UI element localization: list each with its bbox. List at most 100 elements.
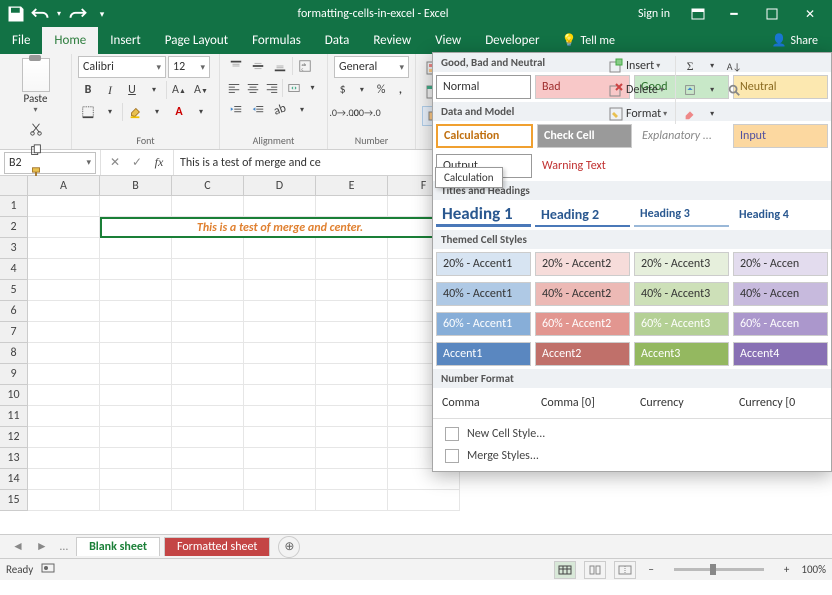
col-header[interactable]: B	[100, 176, 172, 195]
enter-icon[interactable]: ✓	[127, 153, 147, 173]
autosum-button[interactable]: Σ	[680, 56, 700, 76]
delete-cells-button[interactable]: Delete▾	[604, 80, 671, 100]
cut-button[interactable]	[26, 119, 46, 139]
style-heading2[interactable]: Heading 2	[535, 203, 630, 227]
bold-button[interactable]: B	[78, 80, 98, 100]
row-header[interactable]: 2	[0, 217, 28, 238]
chevron-down-icon[interactable]: ▾	[702, 56, 722, 76]
style-heading3[interactable]: Heading 3	[634, 203, 729, 227]
style-accent3[interactable]: Accent3	[634, 342, 729, 366]
orientation-button[interactable]: ab	[270, 100, 290, 120]
fx-icon[interactable]: fx	[149, 153, 169, 173]
fill-color-button[interactable]	[125, 102, 145, 122]
style-heading4[interactable]: Heading 4	[733, 203, 828, 227]
zoom-thumb[interactable]	[710, 564, 716, 575]
view-pagelayout-button[interactable]	[584, 561, 606, 579]
align-top-button[interactable]	[226, 56, 246, 76]
merged-cell[interactable]: This is a test of merge and center.	[100, 217, 460, 238]
tab-view[interactable]: View	[423, 27, 473, 54]
chevron-down-icon[interactable]: ▾	[191, 102, 211, 122]
style-explanatory[interactable]: Explanatory ...	[636, 124, 729, 148]
decrease-indent-button[interactable]	[226, 100, 246, 120]
new-sheet-button[interactable]: ⊕	[278, 536, 300, 558]
maximize-button[interactable]	[754, 0, 790, 28]
style-checkcell[interactable]: Check Cell	[537, 124, 632, 148]
row-header[interactable]: 10	[0, 385, 28, 406]
style-comma0[interactable]: Comma [0]	[535, 391, 630, 415]
select-all-corner[interactable]	[0, 176, 28, 195]
sheet-tab-blank[interactable]: Blank sheet	[76, 537, 160, 556]
share-button[interactable]: 👤Share	[757, 27, 832, 54]
style-accent1[interactable]: Accent1	[436, 342, 531, 366]
align-left-button[interactable]	[226, 78, 243, 98]
style-currency0[interactable]: Currency [0	[733, 391, 828, 415]
sheet-nav-prev[interactable]: ◄	[8, 539, 28, 554]
row-header[interactable]: 15	[0, 490, 28, 511]
align-middle-button[interactable]	[248, 56, 268, 76]
row-header[interactable]: 6	[0, 301, 28, 322]
undo-dropdown-icon[interactable]: ▾	[54, 4, 64, 24]
number-format-combo[interactable]: General▾	[334, 56, 409, 78]
view-pagebreak-button[interactable]	[614, 561, 636, 579]
font-name-combo[interactable]: Calibri▾	[78, 56, 166, 78]
chevron-down-icon[interactable]: ▾	[100, 102, 120, 122]
sign-in-link[interactable]: Sign in	[628, 7, 680, 21]
paste-button[interactable]: Paste ▾	[17, 56, 55, 115]
minimize-button[interactable]: ━	[716, 0, 752, 28]
sheet-nav-next[interactable]: ►	[32, 539, 52, 554]
increase-indent-button[interactable]	[248, 100, 268, 120]
align-center-button[interactable]	[245, 78, 262, 98]
row-header[interactable]: 11	[0, 406, 28, 427]
style-accent2[interactable]: Accent2	[535, 342, 630, 366]
close-button[interactable]: ✕	[792, 0, 828, 28]
new-cell-style-menu[interactable]: New Cell Style...	[433, 423, 831, 445]
style-40-accent4[interactable]: 40% - Accen	[733, 282, 828, 306]
style-20-accent2[interactable]: 20% - Accent2	[535, 252, 630, 276]
redo-icon[interactable]	[68, 4, 88, 24]
undo-icon[interactable]	[30, 4, 50, 24]
find-select-button[interactable]	[724, 80, 744, 100]
decrease-font-button[interactable]: A▼	[191, 80, 211, 100]
style-20-accent3[interactable]: 20% - Accent3	[634, 252, 729, 276]
style-comma[interactable]: Comma	[436, 391, 531, 415]
row-header[interactable]: 4	[0, 259, 28, 280]
merge-styles-menu[interactable]: Merge Styles...	[433, 445, 831, 467]
ribbon-display-icon[interactable]	[680, 0, 716, 28]
col-header[interactable]: E	[316, 176, 388, 195]
row-header[interactable]: 8	[0, 343, 28, 364]
row-header[interactable]: 3	[0, 238, 28, 259]
style-accent4[interactable]: Accent4	[733, 342, 828, 366]
tab-pagelayout[interactable]: Page Layout	[153, 27, 240, 54]
font-size-combo[interactable]: 12▾	[168, 56, 210, 78]
row-header[interactable]: 9	[0, 364, 28, 385]
chevron-down-icon[interactable]: ▾	[353, 80, 370, 100]
tab-review[interactable]: Review	[361, 27, 423, 54]
style-input[interactable]: Input	[733, 124, 828, 148]
chevron-down-icon[interactable]: ▾	[147, 102, 167, 122]
percent-button[interactable]: %	[373, 80, 390, 100]
chevron-down-icon[interactable]: ▾	[144, 80, 164, 100]
chevron-down-icon[interactable]: ▾	[702, 104, 722, 124]
style-calculation[interactable]: Calculation	[436, 124, 533, 148]
comma-button[interactable]: ,	[392, 80, 409, 100]
format-cells-button[interactable]: Format▾	[604, 104, 671, 124]
zoom-in-button[interactable]: +	[780, 563, 793, 576]
borders-button[interactable]	[78, 102, 98, 122]
macro-record-icon[interactable]	[41, 561, 55, 578]
qat-customize-icon[interactable]: ▾	[92, 4, 112, 24]
row-header[interactable]: 14	[0, 469, 28, 490]
style-heading1[interactable]: Heading 1	[436, 203, 531, 227]
style-40-accent3[interactable]: 40% - Accent3	[634, 282, 729, 306]
style-neutral[interactable]: Neutral	[733, 75, 828, 99]
align-right-button[interactable]	[264, 78, 281, 98]
col-header[interactable]: C	[172, 176, 244, 195]
copy-button[interactable]	[26, 141, 46, 161]
col-header[interactable]: D	[244, 176, 316, 195]
zoom-value[interactable]: 100%	[801, 563, 826, 576]
insert-cells-button[interactable]: Insert▾	[604, 56, 671, 76]
style-40-accent1[interactable]: 40% - Accent1	[436, 282, 531, 306]
style-normal[interactable]: Normal	[436, 75, 531, 99]
row-header[interactable]: 1	[0, 196, 28, 217]
tell-me[interactable]: 💡Tell me	[551, 27, 624, 54]
chevron-down-icon[interactable]: ▾	[702, 80, 722, 100]
